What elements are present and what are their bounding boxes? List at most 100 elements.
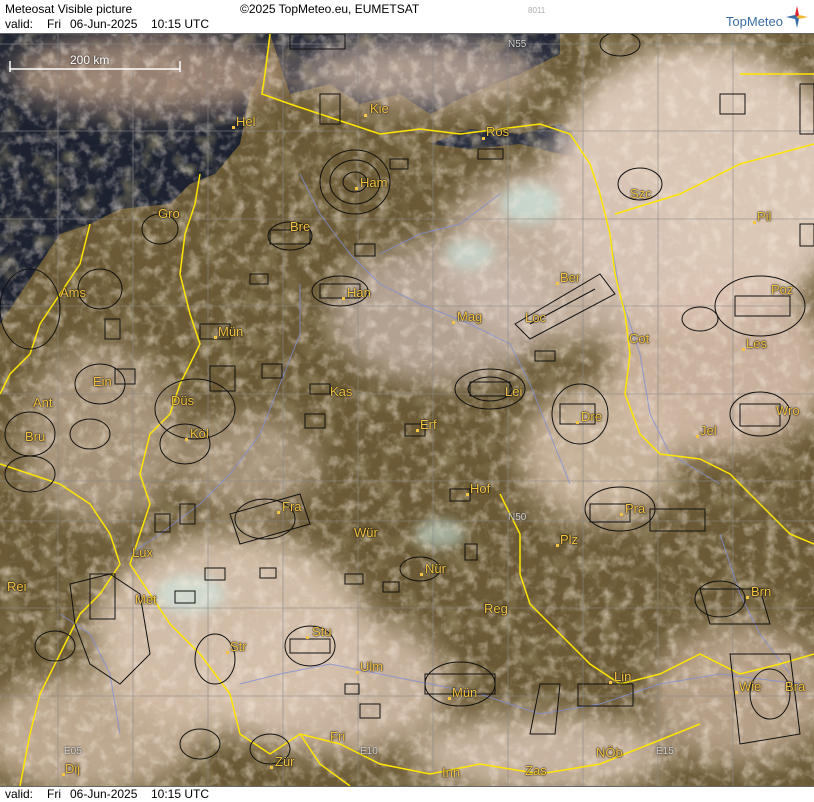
footer-valid-day: Fri [47,787,61,801]
brand-logo: TopMeteo [726,4,808,29]
city-label-wie: Wie [739,679,762,694]
city-label-pra: Pra [625,501,646,516]
grid-label-e05: E05 [64,746,82,757]
city-marker [482,137,485,140]
city-label-bru: Bru [25,429,46,444]
city-label-reg: Reg [484,601,508,616]
city-label-ein: Ein [93,374,112,389]
city-label-wur: Wür [354,525,378,540]
city-label-fra: Fra [282,499,302,514]
city-label-gro: Gro [158,206,180,221]
valid-prefix: valid: [5,17,34,31]
city-label-wro: Wro [776,403,800,418]
city-label-nur: Nür [425,561,446,576]
city-label-erf: Erf [420,417,437,432]
city-label-kas: Kas [330,384,353,399]
city-label-jel: Jel [700,423,717,438]
city-marker [416,429,419,432]
city-marker [735,691,738,694]
page: Meteosat Visible picture ©2025 TopMeteo.… [0,0,814,802]
city-label-loc: Loc [525,310,546,325]
city-label-met: Met [135,592,157,607]
city-marker [576,421,579,424]
footer-bar: valid: Fri 06-Jun-2025 10:15 UTC [0,786,814,802]
city-label-lux: Lux [132,545,153,560]
cloud-texture [0,34,814,786]
header-bar: Meteosat Visible picture ©2025 TopMeteo.… [0,0,814,34]
city-label-kie: Kie [370,101,389,116]
grid-label-e15: E15 [656,746,674,757]
city-label-stu: Stu [312,624,332,639]
city-marker [226,651,229,654]
city-marker [62,773,65,776]
city-label-les: Les [746,336,767,351]
city-label-dij: Dij [65,761,81,776]
city-marker [214,336,217,339]
valid-time: 10:15 UTC [151,17,210,31]
city-label-dus: Düs [171,393,195,408]
footer-valid-time: 10:15 UTC [151,787,210,801]
city-marker [306,636,309,639]
city-label-str: Str [230,639,247,654]
city-label-rei: Rei [7,579,27,594]
city-marker [342,297,345,300]
city-marker [452,321,455,324]
city-label-mun-north: Mün [218,324,244,339]
city-label-ham: Ham [360,175,388,190]
city-label-bra: Bra [785,679,806,694]
city-label-pil: Pil [757,209,772,224]
city-marker [696,435,699,438]
grid-label-n50: N50 [508,512,527,523]
city-marker [753,221,756,224]
footer-valid-date: 06-Jun-2025 [70,787,138,801]
city-marker [277,511,280,514]
header-copyright: ©2025 TopMeteo.eu, EUMETSAT [240,2,420,16]
city-marker [185,438,188,441]
city-marker [742,348,745,351]
city-label-zas: Zas [525,763,547,778]
city-marker [356,671,359,674]
city-label-lin: Lin [614,669,632,684]
city-label-mun-south: Mün [452,685,478,700]
city-marker [420,573,423,576]
city-label-plz: Plz [560,532,579,547]
grid-label-n55: N55 [508,39,527,50]
city-marker [466,493,469,496]
city-marker [746,596,749,599]
city-marker [232,126,235,129]
header-title: Meteosat Visible picture [5,2,133,16]
satellite-map: 200 km N55 N50 E05 E10 E15 Hel Kie Ros H… [0,34,814,786]
map-graphics [0,34,814,786]
city-label-han: Han [347,285,371,300]
city-label-poz: Poz [771,282,794,297]
city-label-cot: Cot [629,331,650,346]
header-code: 8011 [528,6,546,15]
city-label-hel: Hel [236,114,256,129]
city-label-fri: Fri [330,729,346,744]
city-label-kol: Köl [190,426,209,441]
scale-label: 200 km [70,53,110,67]
city-marker [270,766,273,769]
compass-icon [786,5,808,28]
city-label-nob: NÖb [596,745,623,760]
city-label-hof: Hof [470,481,491,496]
city-marker [355,187,358,190]
city-label-bre: Bre [290,219,311,234]
city-label-ams: Ams [60,285,86,300]
city-label-ulm: Ulm [360,659,384,674]
city-marker [609,681,612,684]
footer-valid-prefix: valid: [5,787,34,801]
valid-date: 06-Jun-2025 [70,17,138,31]
city-marker [364,114,367,117]
city-marker [556,544,559,547]
city-label-ros: Ros [486,124,510,139]
city-label-dre: Dre [581,409,602,424]
city-label-ant: Ant [33,395,53,410]
city-label-brn: Brn [751,584,772,599]
city-label-szc: Szc [630,186,652,201]
valid-day: Fri [47,17,61,31]
city-marker [448,697,451,700]
grid-label-e10: E10 [360,746,378,757]
city-marker [556,282,559,285]
city-label-mag: Mag [457,309,483,324]
